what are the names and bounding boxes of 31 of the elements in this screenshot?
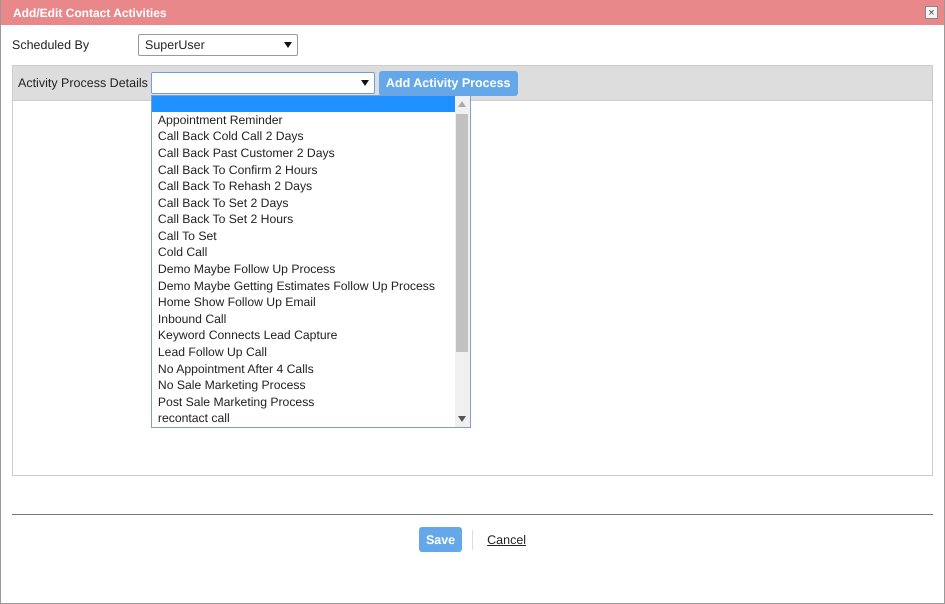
- caret-icon: [284, 42, 292, 48]
- dropdown-option[interactable]: No Sale Marketing Process: [152, 377, 455, 394]
- field-label: Activity Process Details: [18, 76, 148, 90]
- window-title: Add/Edit Contact Activities: [13, 6, 167, 20]
- dropdown-option[interactable]: recontact call: [152, 410, 455, 427]
- dropdown-option[interactable]: Demo Maybe Follow Up Process: [152, 261, 455, 278]
- dropdown-option[interactable]: Call Back Past Customer 2 Days: [152, 144, 455, 162]
- dropdown-option[interactable]: Home Show Follow Up Email: [152, 294, 455, 311]
- scroll-down-icon[interactable]: [458, 416, 466, 422]
- dropdown-option[interactable]: Call Back To Confirm 2 Hours: [152, 162, 455, 178]
- scheduled-by-select[interactable]: SuperUser: [138, 34, 298, 56]
- cancel-link[interactable]: Cancel: [487, 532, 526, 546]
- dropdown-option[interactable]: Keyword Connects Lead Capture: [152, 327, 455, 344]
- dropdown-option[interactable]: Call To Set: [152, 228, 455, 244]
- scrollbar[interactable]: [454, 96, 470, 427]
- dropdown-option[interactable]: Post Sale Marketing Process: [152, 394, 455, 410]
- activity-process-select[interactable]: [150, 72, 375, 94]
- close-button[interactable]: ×: [925, 6, 938, 19]
- dropdown-option[interactable]: Call Back Cold Call 2 Days: [152, 128, 455, 145]
- dropdown-option[interactable]: Appointment Reminder: [152, 112, 455, 128]
- dropdown-option[interactable]: Lead Follow Up Call: [152, 344, 455, 361]
- dropdown-option[interactable]: Call Back To Set 2 Hours: [152, 211, 455, 228]
- field-label: Scheduled By: [12, 38, 90, 52]
- dropdown-option[interactable]: Cold Call: [152, 244, 455, 262]
- dropdown-option[interactable]: Call Back To Set 2 Days: [152, 194, 455, 212]
- dropdown-option[interactable]: Call Back To Rehash 2 Days: [152, 178, 455, 195]
- dropdown-option[interactable]: Inbound Call: [152, 310, 455, 328]
- scroll-thumb[interactable]: [456, 114, 468, 352]
- dropdown-option[interactable]: No Appointment After 4 Calls: [152, 360, 455, 378]
- dropdown-option[interactable]: Demo Maybe Getting Estimates Follow Up Process: [152, 278, 455, 294]
- caret-icon: [360, 80, 369, 86]
